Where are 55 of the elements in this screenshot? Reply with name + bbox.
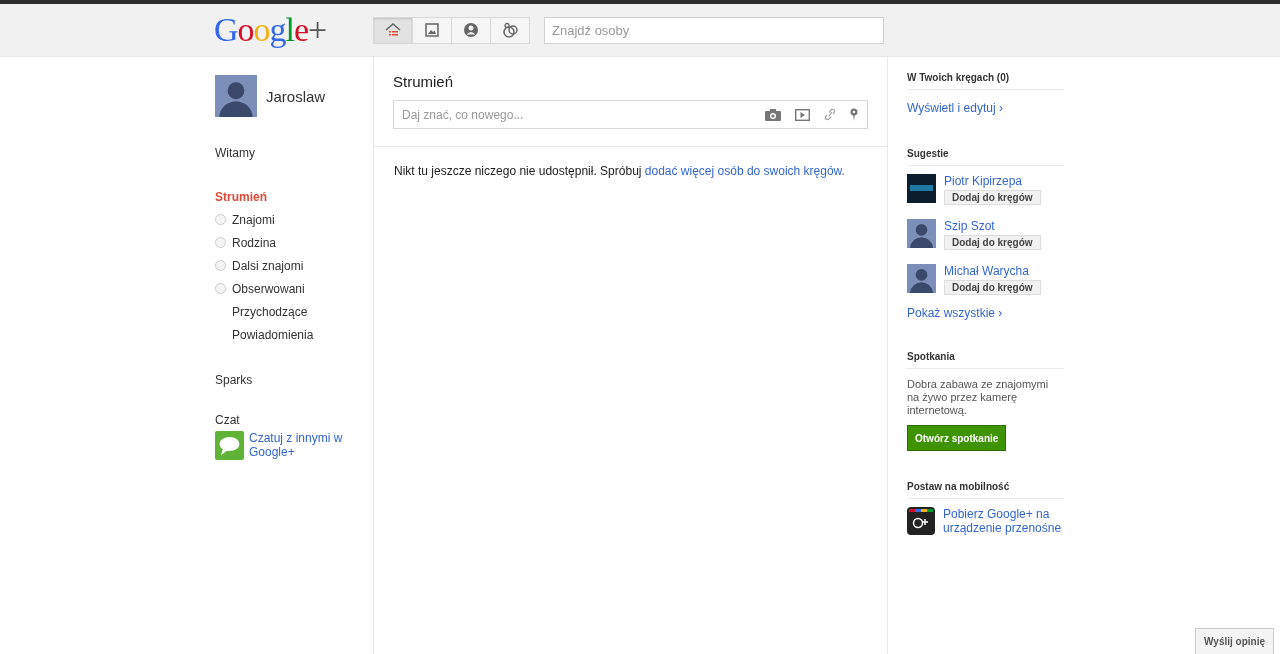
sidebar-item[interactable]: Przychodzące (215, 300, 373, 323)
video-icon[interactable] (795, 108, 810, 121)
chat-link[interactable]: Czatuj z innymi w Google+ (249, 431, 349, 460)
avatar-silhouette (907, 264, 936, 293)
sidebar-item[interactable]: Rodzina (215, 231, 373, 254)
photo-placeholder (907, 174, 936, 203)
circle-icon (215, 237, 226, 248)
circle-icon (215, 260, 226, 271)
avatar-silhouette (215, 75, 257, 117)
avatar-silhouette (907, 219, 936, 248)
link-icon[interactable] (824, 108, 836, 121)
sidebar-item[interactable]: Dalsi znajomi (215, 254, 373, 277)
nav-button[interactable] (490, 16, 530, 44)
show-all-link[interactable]: Pokaż wszystkie › (907, 306, 1003, 320)
sidebar-item[interactable]: Obserwowani (215, 277, 373, 300)
person-name[interactable]: Piotr Kipirzepa (944, 174, 1041, 188)
section-title: Postaw na mobilność (907, 481, 1064, 499)
google-plus-app-icon (907, 507, 935, 535)
circle-icon (215, 283, 226, 294)
nav-button[interactable] (373, 16, 413, 44)
add-to-circles-button[interactable]: Dodaj do kręgów (944, 190, 1041, 205)
add-to-circles-button[interactable]: Dodaj do kręgów (944, 235, 1041, 250)
add-to-circles-button[interactable]: Dodaj do kręgów (944, 280, 1041, 295)
view-edit-link[interactable]: Wyświetl i edytuj › (907, 101, 1003, 115)
chat-bubble-icon (215, 431, 244, 460)
home-icon (385, 22, 401, 38)
section-title: Sugestie (907, 148, 1064, 166)
picture-icon (425, 23, 439, 37)
nav-button[interactable] (412, 16, 452, 44)
person-name[interactable]: Szip Szot (944, 219, 1041, 233)
chat-title: Czat (215, 413, 241, 427)
mobile-app-link[interactable]: Pobierz Google+ na urządzenie przenośne (943, 507, 1063, 535)
circles-icon (501, 21, 519, 39)
circle-icon (215, 214, 226, 225)
google-plus-logo[interactable]: Google+ (214, 11, 374, 49)
hangouts-description: Dobra zabawa ze znajomymi na żywo przez kamerę internetową. (907, 378, 1050, 417)
sidebar-item[interactable]: Sparks (215, 368, 373, 391)
person-name[interactable]: Michał Warycha (944, 264, 1041, 278)
sidebar-item[interactable]: Powiadomienia (215, 323, 373, 346)
empty-stream-message: Nikt tu jeszcze niczego nie udostępnił. Spróbuj dodać więcej osób do swoich kręgów. (394, 164, 846, 178)
camera-icon[interactable] (765, 108, 781, 121)
feedback-button[interactable]: Wyślij opinię (1195, 628, 1274, 654)
start-hangout-button[interactable]: Otwórz spotkanie (907, 425, 1007, 451)
section-title: Spotkania (907, 351, 1064, 369)
stream-title: Strumień (393, 73, 455, 90)
sidebar-item[interactable]: Strumień (215, 185, 373, 208)
user-name[interactable]: Jaroslaw (266, 87, 326, 105)
add-people-link[interactable]: dodać więcej osób do swoich kręgów. (644, 164, 845, 178)
sidebar-item[interactable]: Witamy (215, 141, 373, 164)
search-field[interactable]: Znajdź osoby (544, 16, 884, 44)
profile-icon (463, 22, 479, 38)
nav-button[interactable] (451, 16, 491, 44)
sidebar-item[interactable]: Znajomi (215, 208, 373, 231)
share-field[interactable]: Daj znać, co nowego... (393, 100, 868, 129)
section-title: W Twoich kręgach (0) (907, 72, 1064, 90)
